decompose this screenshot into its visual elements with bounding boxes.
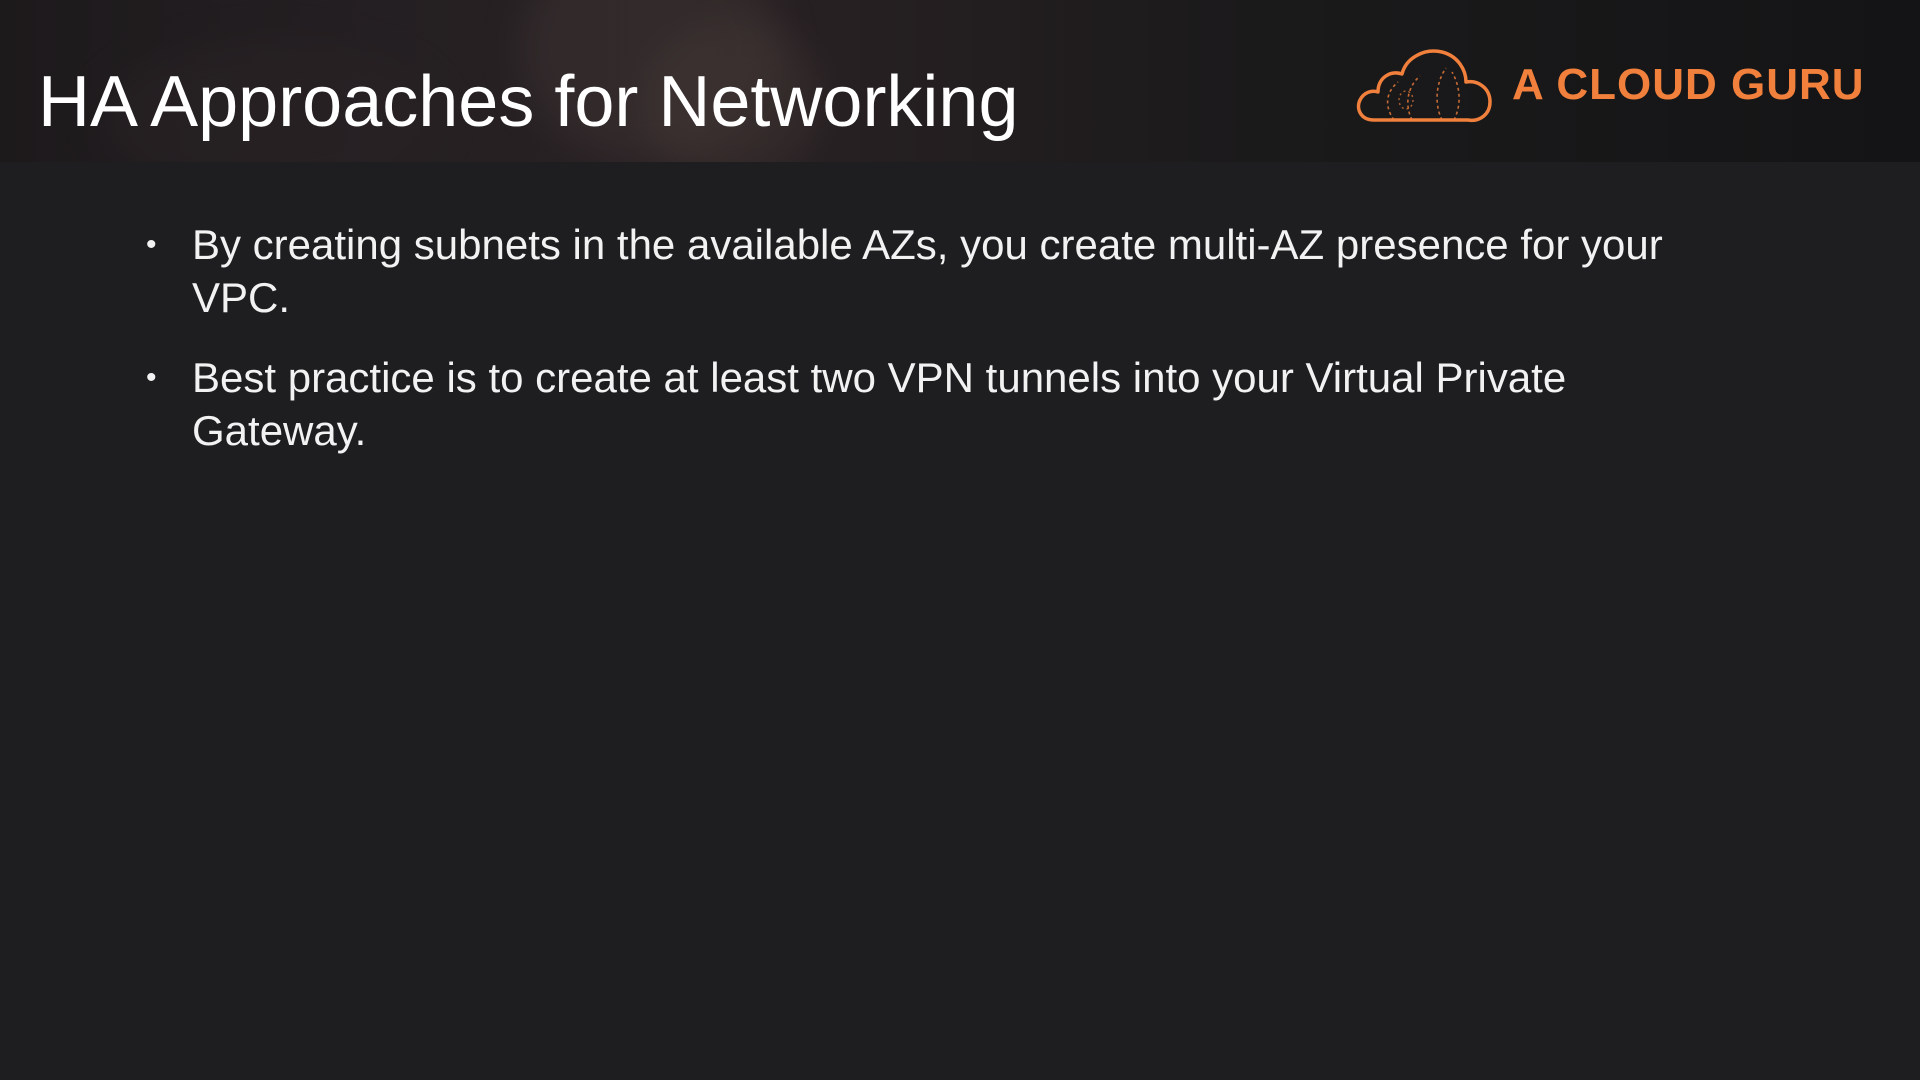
bullet-item: • By creating subnets in the available A… bbox=[142, 218, 1752, 324]
cloud-logo-icon bbox=[1356, 49, 1492, 123]
page-title: HA Approaches for Networking bbox=[38, 62, 1019, 142]
slide: HA Approaches for Networking A CLOUD GUR… bbox=[0, 0, 1920, 1080]
bullet-text: By creating subnets in the available AZs… bbox=[192, 221, 1663, 321]
brand-logo-text: A CLOUD GURU bbox=[1512, 60, 1865, 109]
slide-header: HA Approaches for Networking A CLOUD GUR… bbox=[0, 0, 1920, 162]
bullet-text: Best practice is to create at least two … bbox=[192, 354, 1567, 454]
bullet-dot-icon: • bbox=[146, 361, 157, 394]
bullet-item: • Best practice is to create at least tw… bbox=[142, 351, 1752, 457]
slide-content: • By creating subnets in the available A… bbox=[142, 218, 1742, 484]
brand-logo: A CLOUD GURU bbox=[1354, 38, 1874, 128]
bullet-dot-icon: • bbox=[146, 228, 157, 261]
bullet-list: • By creating subnets in the available A… bbox=[142, 218, 1742, 457]
